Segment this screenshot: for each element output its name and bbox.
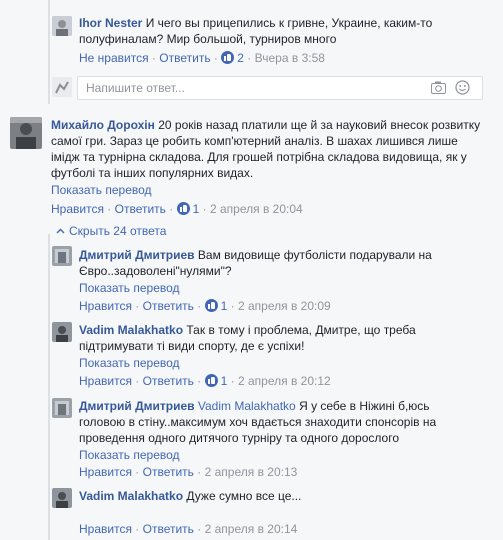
- comment-text: полуфиналам? Мир большой, турниров много: [79, 32, 337, 46]
- reply-button[interactable]: Ответить: [159, 51, 210, 65]
- mention-link[interactable]: Vadim Malakhatko: [198, 399, 296, 413]
- author-name[interactable]: Vadim Malakhatko: [79, 323, 183, 337]
- like-button[interactable]: Нравится: [79, 522, 132, 536]
- like-button[interactable]: Нравится: [79, 299, 132, 313]
- author-name[interactable]: Дмитрий Дмитриев: [79, 399, 195, 413]
- timestamp[interactable]: 2 апреля в 20:14: [205, 522, 298, 536]
- like-icon: [204, 299, 218, 312]
- reply-text: проведення одного дитячого турніру та од…: [79, 431, 399, 445]
- reply-box: [77, 76, 483, 100]
- unlike-button[interactable]: Не нравится: [79, 51, 149, 65]
- comment-actions: Нравится · Ответить · 1 · 2 апреля в 20:…: [51, 202, 303, 216]
- reply-actions: Нравится · Ответить · 2 апреля в 20:13: [79, 465, 298, 479]
- reply-button[interactable]: Ответить: [143, 522, 194, 536]
- author-name[interactable]: Михайло Дорохін: [51, 118, 155, 132]
- reply-text: головою в стіну..максимум хоч вдається з…: [79, 415, 437, 429]
- like-icon: [221, 51, 235, 64]
- reply-text: Євро..задоволені"нулями"?: [79, 264, 232, 278]
- comment-text: Михайло Дорохін 20 років назад платили щ…: [51, 118, 481, 132]
- reply-actions: Нравится · Ответить · 2 апреля в 20:14: [79, 522, 298, 536]
- avatar[interactable]: [52, 322, 72, 342]
- timestamp[interactable]: 2 апреля в 20:13: [205, 465, 298, 479]
- like-count[interactable]: 1: [204, 374, 227, 388]
- reply-text: Дмитрий Дмитриев Vadim Malakhatko Я у се…: [79, 399, 430, 413]
- like-icon: [204, 374, 218, 387]
- avatar[interactable]: [52, 398, 72, 418]
- comment-text: Ihor Nester И чего вы прицепились к грив…: [79, 16, 433, 30]
- reply-text: Vadim Malakhatko Так в тому і проблема, …: [79, 323, 416, 337]
- show-translation-link[interactable]: Показать перевод: [79, 447, 180, 463]
- reply-button[interactable]: Ответить: [115, 202, 166, 216]
- emoji-icon[interactable]: [455, 80, 470, 98]
- reply-button[interactable]: Ответить: [143, 374, 194, 388]
- reply-button[interactable]: Ответить: [143, 465, 194, 479]
- comment-text: самої гри. Зараз це робить комп'ютерний …: [51, 134, 458, 148]
- like-icon: [176, 202, 190, 215]
- show-translation-link[interactable]: Показать перевод: [79, 355, 180, 371]
- reply-actions: Нравится · Ответить · 1 · 2 апреля в 20:…: [79, 374, 331, 388]
- like-count[interactable]: 2: [221, 51, 244, 65]
- timestamp[interactable]: Вчера в 3:58: [255, 51, 325, 65]
- reply-actions: Нравится · Ответить · 1 · 2 апреля в 20:…: [79, 299, 331, 313]
- cut-off-timestamp: [300, 0, 303, 4]
- avatar: [52, 77, 72, 97]
- reply-text: підтримувати ті види спорту, де є успіхи…: [79, 339, 305, 353]
- like-count[interactable]: 1: [204, 299, 227, 313]
- author-name[interactable]: Дмитрий Дмитриев: [79, 248, 195, 262]
- reply-input[interactable]: [84, 79, 408, 97]
- show-translation-link[interactable]: Показать перевод: [51, 182, 152, 198]
- avatar[interactable]: [10, 117, 42, 149]
- hide-replies-toggle[interactable]: Скрыть 24 ответа: [56, 223, 166, 239]
- thread-line: [48, 0, 50, 104]
- reply-text: Дмитрий Дмитриев Вам видовище футболісти…: [79, 248, 432, 262]
- author-name[interactable]: Ihor Nester: [79, 16, 142, 30]
- author-name[interactable]: Vadim Malakhatko: [79, 489, 183, 503]
- timestamp[interactable]: 2 апреля в 20:12: [238, 374, 331, 388]
- like-button[interactable]: Нравится: [79, 374, 132, 388]
- avatar[interactable]: [52, 246, 72, 266]
- avatar[interactable]: [52, 16, 72, 36]
- camera-icon[interactable]: [431, 81, 446, 97]
- like-button[interactable]: Нравится: [79, 465, 132, 479]
- comment-text: імідж та турнірна складова. Для грошей п…: [51, 150, 467, 164]
- comment-actions: Не нравится · Ответить · 2 · Вчера в 3:5…: [79, 51, 325, 65]
- like-button[interactable]: Нравится: [51, 202, 104, 216]
- collapse-arrow-icon: [56, 223, 65, 239]
- reply-button[interactable]: Ответить: [143, 299, 194, 313]
- reply-text: Vadim Malakhatko Дуже сумно все це...: [79, 489, 302, 503]
- comment-text: футболі та інших популярних видах.: [51, 166, 254, 180]
- timestamp[interactable]: 2 апреля в 20:09: [238, 299, 331, 313]
- thread-line: [48, 234, 50, 540]
- avatar[interactable]: [52, 488, 72, 508]
- timestamp[interactable]: 2 апреля в 20:04: [210, 202, 303, 216]
- like-count[interactable]: 1: [176, 202, 199, 216]
- show-translation-link[interactable]: Показать перевод: [79, 280, 180, 296]
